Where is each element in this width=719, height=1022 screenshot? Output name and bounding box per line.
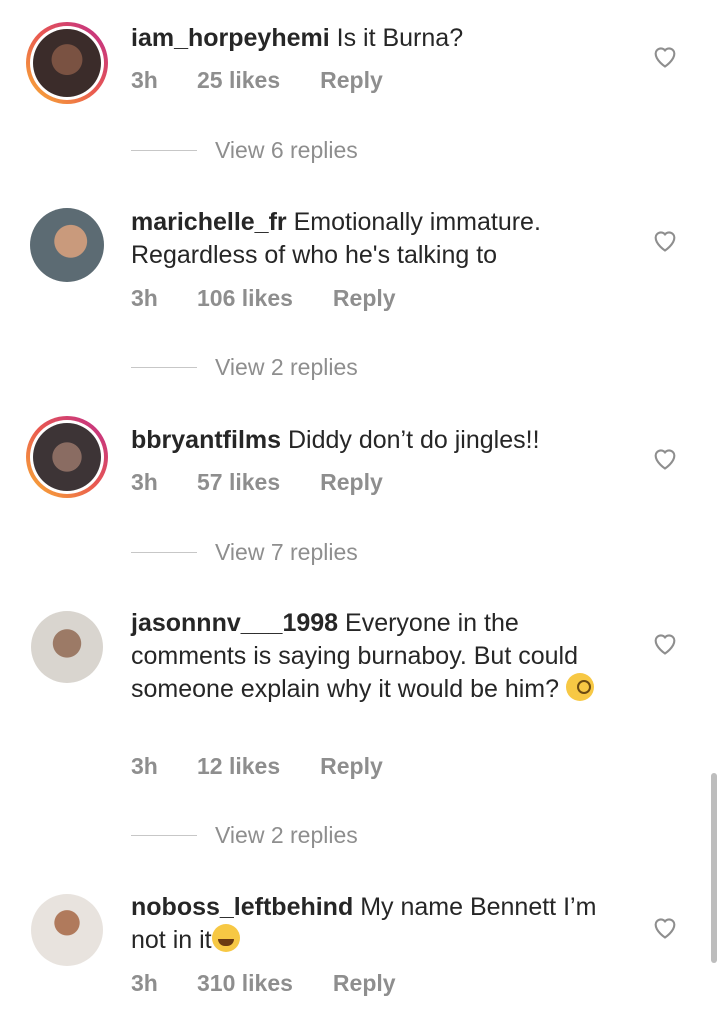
heart-icon[interactable]: [651, 43, 679, 69]
divider: [131, 552, 197, 553]
comment-username[interactable]: noboss_leftbehind: [131, 893, 353, 921]
likes-count[interactable]: 106 likes: [197, 285, 293, 312]
likes-count[interactable]: 25 likes: [197, 67, 280, 94]
comment-username[interactable]: jasonnnv___1998: [131, 609, 338, 637]
reply-button[interactable]: Reply: [320, 753, 383, 780]
reply-button[interactable]: Reply: [333, 970, 396, 997]
view-replies-button[interactable]: View 2 replies: [131, 354, 358, 381]
heart-icon[interactable]: [651, 914, 679, 940]
heart-icon[interactable]: [651, 445, 679, 471]
heart-icon[interactable]: [651, 630, 679, 656]
avatar[interactable]: [31, 611, 103, 683]
comment-text: noboss_leftbehind My name Bennett I’m no…: [131, 893, 597, 954]
reply-button[interactable]: Reply: [320, 469, 383, 496]
likes-count[interactable]: 57 likes: [197, 469, 280, 496]
comment-time: 3h: [131, 753, 158, 779]
view-replies-button[interactable]: View 2 replies: [131, 822, 358, 849]
avatar[interactable]: [26, 416, 108, 498]
comment-text: iam_horpeyhemi Is it Burna?: [131, 24, 464, 52]
comment-text: marichelle_fr Emotionally immature. Rega…: [131, 208, 541, 269]
face-with-monocle-icon: [565, 673, 594, 701]
comment-time: 3h: [131, 67, 158, 93]
comment-meta: 3h 12 likes Reply: [131, 753, 383, 780]
divider: [131, 150, 197, 151]
scrollbar[interactable]: [711, 773, 717, 963]
divider: [131, 367, 197, 368]
view-replies-button[interactable]: View 6 replies: [131, 137, 358, 164]
avatar[interactable]: [26, 22, 108, 104]
comment-username[interactable]: iam_horpeyhemi: [131, 24, 330, 52]
comment-time: 3h: [131, 970, 158, 996]
comment-username[interactable]: bbryantfilms: [131, 426, 281, 454]
comment-meta: 3h 25 likes Reply: [131, 67, 383, 94]
reply-button[interactable]: Reply: [320, 67, 383, 94]
likes-count[interactable]: 12 likes: [197, 753, 280, 780]
avatar[interactable]: [30, 208, 104, 282]
comment-text: bbryantfilms Diddy don’t do jingles!!: [131, 426, 540, 454]
comment-meta: 3h 57 likes Reply: [131, 469, 383, 496]
face-with-tears-of-joy-icon: [211, 924, 240, 952]
avatar[interactable]: [31, 894, 103, 966]
view-replies-button[interactable]: View 7 replies: [131, 539, 358, 566]
comment-meta: 3h 106 likes Reply: [131, 285, 396, 312]
divider: [131, 835, 197, 836]
comment-time: 3h: [131, 285, 158, 311]
comment-time: 3h: [131, 469, 158, 495]
heart-icon[interactable]: [651, 227, 679, 253]
likes-count[interactable]: 310 likes: [197, 970, 293, 997]
comment-text: jasonnnv___1998 Everyone in the comments…: [131, 607, 631, 706]
reply-button[interactable]: Reply: [333, 285, 396, 312]
comment-meta: 3h 310 likes Reply: [131, 970, 396, 997]
comment-username[interactable]: marichelle_fr: [131, 208, 287, 236]
